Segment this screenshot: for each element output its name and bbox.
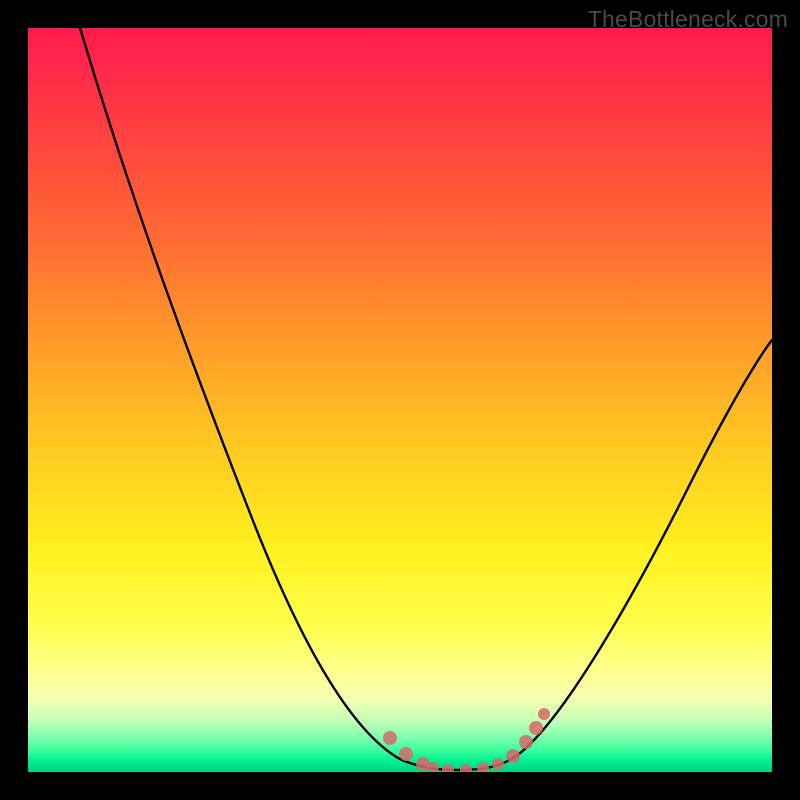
watermark-text: TheBottleneck.com: [588, 6, 788, 33]
chart-frame: [28, 28, 772, 772]
bottleneck-curve-svg: [28, 28, 772, 772]
bottleneck-curve-path: [80, 28, 772, 770]
